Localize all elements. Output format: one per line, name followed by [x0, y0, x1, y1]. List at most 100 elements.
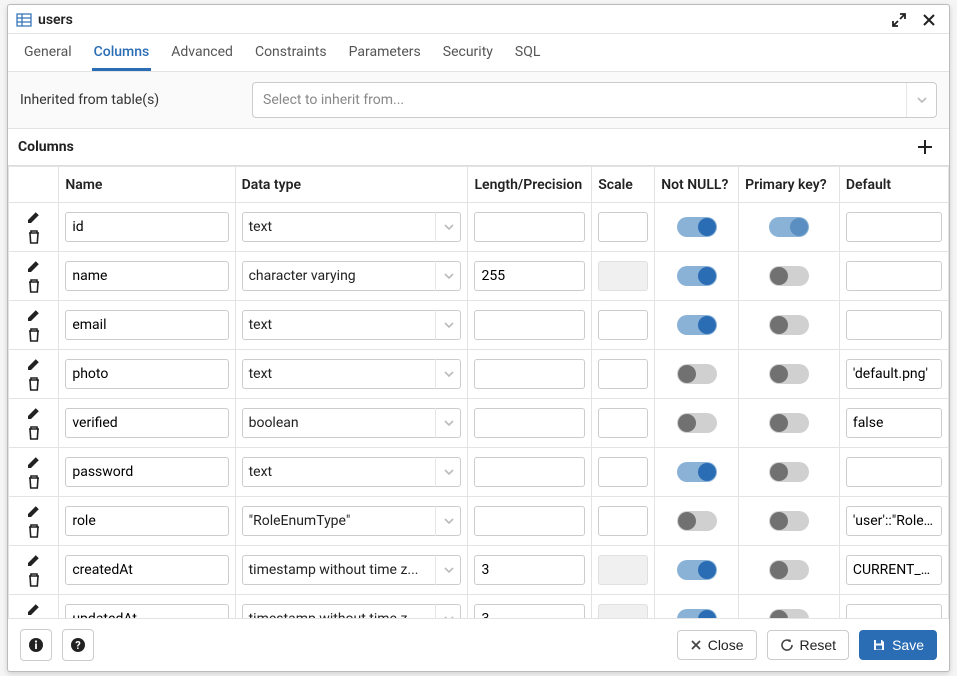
toggle-off[interactable] [769, 413, 809, 433]
maximize-icon[interactable] [887, 9, 911, 31]
column-name-input[interactable] [65, 261, 228, 291]
column-name-input[interactable] [65, 555, 228, 585]
delete-icon[interactable] [24, 325, 44, 345]
chevron-down-icon [435, 359, 461, 389]
length-input[interactable] [474, 408, 585, 438]
tab-general[interactable]: General [22, 34, 74, 71]
toggle-on[interactable] [677, 462, 717, 482]
delete-icon[interactable] [24, 423, 44, 443]
delete-icon[interactable] [24, 276, 44, 296]
datatype-select[interactable]: "RoleEnumType" [242, 506, 462, 536]
default-input[interactable] [846, 506, 942, 536]
tab-advanced[interactable]: Advanced [169, 34, 235, 71]
delete-icon[interactable] [24, 374, 44, 394]
default-input[interactable] [846, 408, 942, 438]
tab-security[interactable]: Security [441, 34, 495, 71]
toggle-on[interactable] [677, 315, 717, 335]
datatype-select[interactable]: text [242, 359, 462, 389]
toggle-off[interactable] [677, 511, 717, 531]
length-input[interactable] [474, 212, 585, 242]
toggle-off[interactable] [769, 462, 809, 482]
default-input[interactable] [846, 261, 942, 291]
scale-input[interactable] [598, 408, 648, 438]
default-input[interactable] [846, 457, 942, 487]
scale-input[interactable] [598, 457, 648, 487]
delete-icon[interactable] [24, 521, 44, 541]
toggle-on[interactable] [677, 217, 717, 237]
edit-icon[interactable] [24, 452, 44, 472]
toggle-off[interactable] [769, 266, 809, 286]
tab-columns[interactable]: Columns [92, 34, 152, 71]
column-name-input[interactable] [65, 506, 228, 536]
length-input[interactable] [474, 457, 585, 487]
edit-icon[interactable] [24, 207, 44, 227]
datatype-select[interactable]: text [242, 457, 462, 487]
datatype-select[interactable]: timestamp without time z... [242, 604, 462, 618]
save-button[interactable]: Save [859, 630, 937, 660]
edit-icon[interactable] [24, 599, 44, 618]
default-input[interactable] [846, 359, 942, 389]
length-input[interactable] [474, 604, 585, 618]
toggle-on[interactable] [769, 217, 809, 237]
inherited-select[interactable]: Select to inherit from... [252, 82, 937, 118]
scale-input[interactable] [598, 212, 648, 242]
scale-input[interactable] [598, 359, 648, 389]
default-input[interactable] [846, 555, 942, 585]
edit-icon[interactable] [24, 256, 44, 276]
datatype-select[interactable]: character varying [242, 261, 462, 291]
edit-icon[interactable] [24, 305, 44, 325]
default-input[interactable] [846, 604, 942, 618]
inherited-row: Inherited from table(s) Select to inheri… [8, 72, 949, 129]
length-input[interactable] [474, 555, 585, 585]
default-input[interactable] [846, 310, 942, 340]
add-column-button[interactable] [911, 137, 939, 157]
column-name-input[interactable] [65, 310, 228, 340]
info-button[interactable] [20, 629, 52, 661]
toggle-on[interactable] [677, 609, 717, 618]
close-icon[interactable] [917, 9, 941, 31]
close-button[interactable]: Close [677, 630, 757, 660]
toggle-off[interactable] [769, 364, 809, 384]
edit-icon[interactable] [24, 354, 44, 374]
length-input[interactable] [474, 310, 585, 340]
edit-icon[interactable] [24, 550, 44, 570]
edit-icon[interactable] [24, 501, 44, 521]
toggle-off[interactable] [769, 609, 809, 618]
toggle-off[interactable] [677, 364, 717, 384]
column-name-input[interactable] [65, 457, 228, 487]
default-input[interactable] [846, 212, 942, 242]
scale-input[interactable] [598, 506, 648, 536]
reset-button[interactable]: Reset [767, 630, 850, 660]
toggle-off[interactable] [769, 560, 809, 580]
chevron-down-icon [435, 604, 461, 618]
tab-sql[interactable]: SQL [513, 34, 542, 71]
tab-parameters[interactable]: Parameters [347, 34, 423, 71]
delete-icon[interactable] [24, 570, 44, 590]
toggle-on[interactable] [677, 560, 717, 580]
toggle-off[interactable] [677, 413, 717, 433]
column-name-input[interactable] [65, 408, 228, 438]
length-input[interactable] [474, 506, 585, 536]
toggle-on[interactable] [677, 266, 717, 286]
columns-section-title: Columns [18, 139, 74, 155]
column-name-input[interactable] [65, 212, 228, 242]
tab-constraints[interactable]: Constraints [253, 34, 329, 71]
datatype-select[interactable]: text [242, 310, 462, 340]
edit-icon[interactable] [24, 403, 44, 423]
delete-icon[interactable] [24, 472, 44, 492]
datatype-value: text [242, 310, 462, 340]
column-name-input[interactable] [65, 359, 228, 389]
datatype-select[interactable]: text [242, 212, 462, 242]
scale-input[interactable] [598, 310, 648, 340]
datatype-select[interactable]: boolean [242, 408, 462, 438]
column-name-input[interactable] [65, 604, 228, 618]
header-name: Name [59, 167, 235, 203]
datatype-select[interactable]: timestamp without time z... [242, 555, 462, 585]
length-input[interactable] [474, 359, 585, 389]
toggle-off[interactable] [769, 315, 809, 335]
delete-icon[interactable] [24, 227, 44, 247]
help-button[interactable]: ? [62, 629, 94, 661]
toggle-off[interactable] [769, 511, 809, 531]
length-input[interactable] [474, 261, 585, 291]
scale-input [598, 261, 648, 291]
